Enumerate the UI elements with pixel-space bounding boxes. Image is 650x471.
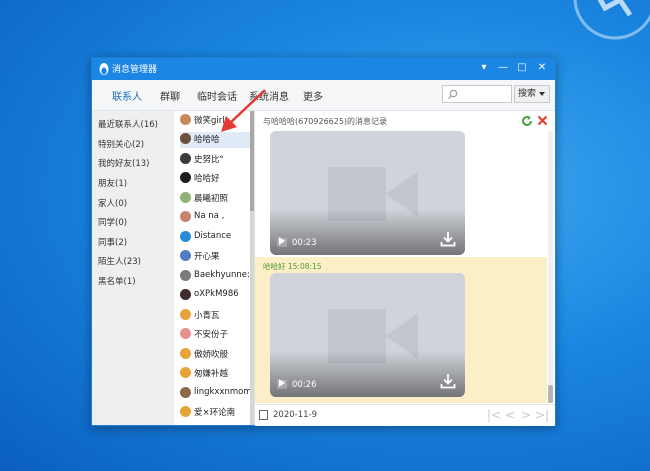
contact-name: lingkxxnmomj — [194, 387, 254, 397]
tab-contacts[interactable]: 联系人 — [112, 88, 142, 103]
last-page-icon[interactable]: >| — [535, 408, 549, 422]
avatar — [180, 250, 191, 261]
title-bar[interactable]: 消息管理器 ▾ — □ ✕ — [92, 58, 555, 80]
contact-item[interactable]: Baekhyunne:4 — [180, 269, 254, 285]
pointer-arrow-annotation — [221, 89, 266, 132]
contact-list: 微笑girl 哈哈哈 史努比° 哈哈好 晨曦初照 Na na , Distanc… — [174, 111, 255, 425]
avatar — [180, 133, 191, 144]
avatar — [180, 192, 191, 203]
message-pane: 与哈哈哈(670926625)的消息记录 00:23 哈哈好 15:08:15 … — [255, 111, 555, 426]
contact-item[interactable]: Distance — [180, 230, 254, 246]
maximize-button[interactable]: □ — [515, 61, 529, 75]
message-scrollbar[interactable] — [548, 131, 553, 403]
contact-item[interactable]: 哈哈好 — [180, 171, 254, 187]
contact-name: 史努比° — [194, 155, 224, 165]
contact-name: 不安份子 — [194, 330, 229, 340]
group-item[interactable]: 同学(0) — [98, 216, 127, 228]
contact-name: oXPkM986 — [194, 289, 239, 299]
contact-name: 开心果 — [194, 252, 220, 262]
contact-name: Na na , — [194, 211, 225, 221]
scrollbar-thumb[interactable] — [548, 385, 553, 403]
group-list: 最近联系人(16) 特别关心(2) 我的好友(13) 朋友(1) 家人(0) 同… — [92, 111, 174, 425]
minimize-button[interactable]: — — [496, 61, 510, 75]
avatar — [180, 406, 191, 417]
desktop-wallpaper-logo — [573, 0, 650, 40]
play-triangle-icon — [279, 379, 285, 387]
menu-dropdown-button[interactable]: ▾ — [477, 61, 491, 75]
group-item[interactable]: 最近联系人(16) — [98, 118, 158, 130]
group-item[interactable]: 家人(0) — [98, 197, 127, 209]
group-item[interactable]: 同事(2) — [98, 236, 127, 248]
contact-name: 匆嫌补越 — [194, 369, 229, 379]
delete-icon[interactable] — [537, 115, 548, 126]
avatar — [180, 328, 191, 339]
contact-name: Distance — [194, 231, 232, 241]
prev-page-icon[interactable]: < — [505, 408, 515, 422]
download-icon[interactable] — [440, 231, 456, 247]
contact-item[interactable]: 不安份子 — [180, 327, 254, 343]
video-duration: 00:23 — [292, 238, 317, 248]
message-sender-time: 哈哈好 15:08:15 — [263, 262, 322, 271]
video-duration: 00:26 — [292, 380, 317, 390]
search-button-label: 搜索 — [518, 89, 537, 99]
avatar — [180, 367, 191, 378]
avatar — [180, 211, 191, 222]
date-label: 2020-11-9 — [273, 410, 317, 420]
refresh-icon[interactable] — [521, 115, 533, 127]
group-item[interactable]: 我的好友(13) — [98, 157, 149, 169]
avatar — [180, 231, 191, 242]
video-message[interactable]: 00:23 — [270, 131, 465, 255]
first-page-icon[interactable]: |< — [487, 408, 501, 422]
message-list[interactable]: 00:23 哈哈好 15:08:15 00:26 — [255, 131, 551, 403]
contact-name: 爱×环论南 — [194, 408, 236, 418]
search-button[interactable]: 搜索 — [514, 85, 550, 103]
contact-item[interactable]: lingkxxnmomj — [180, 386, 254, 402]
search-input[interactable] — [442, 85, 512, 103]
avatar — [180, 348, 191, 359]
contact-item[interactable]: 小青瓦 — [180, 308, 254, 324]
message-manager-window: 消息管理器 ▾ — □ ✕ 联系人 群聊 临时会话 系统消息 更多 搜索 最近联… — [91, 57, 556, 426]
contact-name: 晨曦初照 — [194, 194, 229, 204]
tab-more[interactable]: 更多 — [303, 88, 323, 103]
contact-item[interactable]: 傲娇吹般 — [180, 347, 254, 363]
contact-name: 哈哈好 — [194, 174, 220, 184]
chevron-down-icon — [539, 92, 545, 96]
contact-item[interactable]: 晨曦初照 — [180, 191, 254, 207]
contact-name: Baekhyunne:4 — [194, 270, 254, 280]
contact-list-scrollbar[interactable] — [250, 111, 254, 425]
penguin-icon — [99, 63, 109, 75]
avatar — [180, 153, 191, 164]
contact-item[interactable]: 开心果 — [180, 249, 254, 265]
record-title: 与哈哈哈(670926625)的消息记录 — [263, 117, 388, 126]
group-item[interactable]: 朋友(1) — [98, 177, 127, 189]
play-triangle-icon — [279, 237, 285, 245]
download-icon[interactable] — [440, 373, 456, 389]
avatar — [180, 172, 191, 183]
video-message[interactable]: 00:26 — [270, 273, 465, 397]
contact-item[interactable]: 爱×环论南 — [180, 405, 254, 421]
contact-item[interactable]: 史努比° — [180, 152, 254, 168]
avatar — [180, 387, 191, 398]
contact-name: 小青瓦 — [194, 311, 220, 321]
avatar — [180, 270, 191, 281]
contact-item[interactable]: Na na , — [180, 210, 254, 226]
close-button[interactable]: ✕ — [535, 61, 549, 75]
contact-name: 傲娇吹般 — [194, 350, 229, 360]
search-icon — [448, 89, 458, 99]
group-item[interactable]: 黑名单(1) — [98, 275, 136, 287]
calendar-icon[interactable] — [259, 410, 268, 420]
window-title: 消息管理器 — [112, 65, 158, 75]
group-item[interactable]: 特别关心(2) — [98, 138, 144, 150]
contact-item[interactable]: oXPkM986 — [180, 288, 254, 304]
next-page-icon[interactable]: > — [521, 408, 531, 422]
avatar — [180, 114, 191, 125]
avatar — [180, 309, 191, 320]
footer-bar: 2020-11-9 |< < > >| — [255, 404, 555, 426]
tab-group-chats[interactable]: 群聊 — [160, 88, 180, 103]
avatar — [180, 289, 191, 300]
contact-item[interactable]: 匆嫌补越 — [180, 366, 254, 382]
group-item[interactable]: 陌生人(23) — [98, 255, 141, 267]
toolbar: 联系人 群聊 临时会话 系统消息 更多 搜索 — [92, 80, 555, 111]
